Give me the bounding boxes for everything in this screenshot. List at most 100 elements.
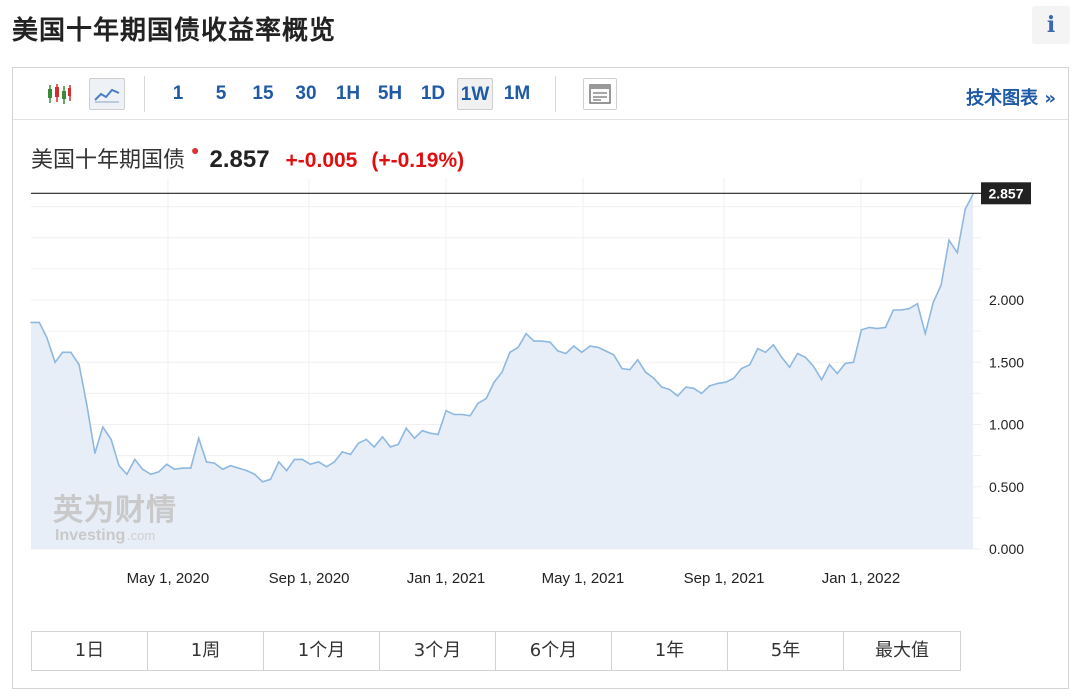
range-button-2[interactable]: 1个月	[264, 632, 380, 670]
data-point	[357, 442, 360, 445]
data-point	[269, 478, 272, 481]
data-point	[213, 462, 216, 464]
data-point	[110, 438, 112, 441]
data-point	[636, 359, 639, 361]
data-point	[549, 341, 551, 344]
data-point	[565, 352, 567, 355]
data-point	[788, 366, 791, 369]
data-point	[54, 361, 56, 364]
y-tick-label: 1.000	[989, 417, 1024, 433]
data-point	[892, 309, 895, 311]
data-point	[197, 437, 200, 440]
data-point	[141, 468, 144, 471]
data-point	[700, 392, 703, 395]
data-point	[573, 345, 575, 347]
data-point	[812, 365, 815, 367]
data-point	[333, 461, 336, 463]
watermark-logo-en: Investing	[55, 527, 125, 544]
range-button-1[interactable]: 1周	[148, 632, 264, 670]
page-title: 美国十年期国债收益率概览	[12, 16, 337, 46]
data-point	[237, 467, 240, 469]
data-point	[134, 458, 136, 461]
x-tick-label: May 1, 2021	[542, 570, 625, 587]
data-point	[381, 436, 384, 438]
data-point	[676, 395, 679, 397]
data-point	[940, 284, 942, 286]
data-point	[533, 340, 535, 342]
x-tick-label: Jan 1, 2022	[822, 570, 900, 587]
data-point	[349, 453, 352, 456]
data-point	[261, 481, 264, 483]
data-point	[46, 336, 48, 339]
data-point	[653, 377, 655, 380]
data-point	[445, 410, 447, 412]
data-point	[764, 351, 767, 354]
data-point	[429, 432, 432, 435]
data-point	[413, 437, 416, 440]
data-point	[916, 302, 919, 305]
data-point	[173, 468, 176, 471]
data-point	[102, 426, 104, 428]
data-point	[509, 351, 511, 354]
y-tick-label: 2.000	[989, 292, 1024, 308]
data-point	[205, 461, 208, 463]
data-point	[956, 251, 959, 254]
data-point	[190, 467, 192, 469]
range-button-0[interactable]: 1日	[32, 632, 148, 670]
data-point	[844, 362, 846, 365]
data-point	[461, 413, 464, 416]
data-point	[589, 345, 591, 347]
data-point	[852, 361, 855, 364]
data-point	[908, 307, 910, 310]
data-point	[661, 386, 663, 388]
data-point	[685, 386, 687, 388]
data-point	[668, 388, 671, 391]
range-button-4[interactable]: 6个月	[496, 632, 612, 670]
data-point	[38, 321, 41, 324]
watermark-logo-suffix: .com	[127, 528, 155, 543]
data-point	[229, 464, 232, 467]
data-point	[285, 469, 288, 472]
data-point	[900, 309, 903, 311]
data-point	[780, 356, 783, 359]
data-point	[365, 438, 368, 441]
time-range-selector: 1日 1周 1个月 3个月 6个月 1年 5年 最大值	[31, 631, 961, 671]
data-point	[278, 461, 280, 463]
data-point	[501, 371, 503, 374]
range-button-5[interactable]: 1年	[612, 632, 728, 670]
data-point	[126, 473, 128, 476]
data-point	[469, 415, 471, 417]
data-point	[629, 368, 631, 371]
data-point	[597, 346, 599, 349]
range-button-7[interactable]: 最大值	[844, 632, 960, 670]
data-point	[820, 378, 823, 381]
data-point	[932, 301, 934, 304]
data-point	[477, 402, 479, 405]
data-point	[389, 446, 392, 448]
data-point	[605, 350, 607, 352]
data-point	[749, 363, 751, 366]
x-tick-label: Sep 1, 2020	[269, 570, 350, 587]
data-point	[948, 239, 950, 241]
range-button-3[interactable]: 3个月	[380, 632, 496, 670]
data-point	[756, 347, 759, 350]
data-point	[860, 329, 863, 331]
data-point	[246, 469, 248, 472]
data-point	[740, 367, 743, 370]
data-point	[541, 340, 543, 342]
data-point	[70, 351, 72, 354]
x-tick-label: Jan 1, 2021	[407, 570, 485, 587]
y-tick-label: 0.500	[989, 479, 1024, 495]
data-point	[253, 473, 256, 476]
data-point	[165, 463, 168, 466]
data-point	[373, 446, 376, 448]
data-point	[557, 350, 559, 352]
data-point	[724, 381, 727, 384]
data-point	[61, 351, 64, 354]
info-icon[interactable]: i	[1032, 6, 1070, 44]
data-point	[150, 473, 152, 476]
data-point	[309, 463, 312, 466]
y-tick-label: 0.000	[989, 541, 1024, 557]
data-point	[772, 344, 775, 346]
range-button-6[interactable]: 5年	[728, 632, 844, 670]
